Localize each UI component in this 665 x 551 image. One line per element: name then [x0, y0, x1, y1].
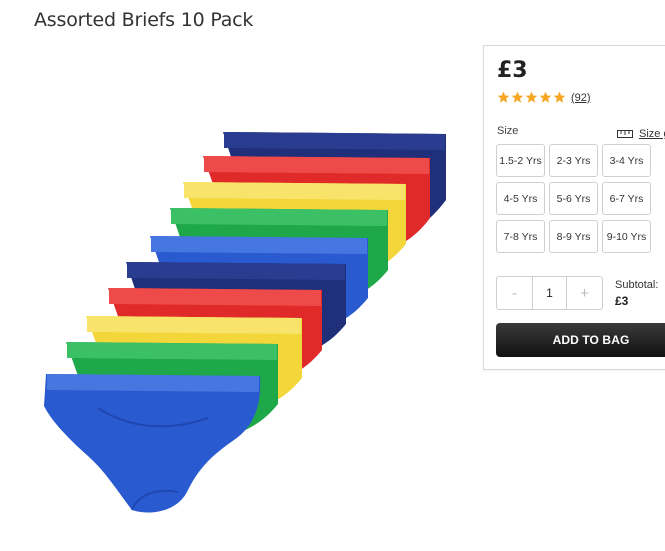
purchase-panel: £3 (92) Size Size guide 1.5-2 Yrs 2-3 Yr…	[483, 45, 665, 370]
rating: (92)	[497, 91, 591, 104]
star-icon	[525, 91, 538, 103]
quantity-decrease-button[interactable]: -	[497, 277, 532, 309]
size-option[interactable]: 9-10 Yrs	[602, 220, 651, 253]
star-icon	[553, 91, 566, 103]
size-label: Size	[497, 125, 519, 137]
star-icon	[539, 91, 552, 103]
size-option[interactable]: 5-6 Yrs	[549, 182, 598, 215]
size-options: 1.5-2 Yrs 2-3 Yrs 3-4 Yrs 4-5 Yrs 5-6 Yr…	[496, 144, 651, 253]
size-option[interactable]: 4-5 Yrs	[496, 182, 545, 215]
size-option[interactable]: 6-7 Yrs	[602, 182, 651, 215]
quantity-stepper: - 1 +	[496, 276, 603, 310]
size-option[interactable]: 8-9 Yrs	[549, 220, 598, 253]
size-guide-label: Size guide	[639, 128, 665, 140]
add-to-bag-button[interactable]: ADD TO BAG	[496, 323, 665, 357]
star-rating	[497, 91, 566, 104]
subtotal-value: £3	[615, 294, 629, 308]
subtotal-label: Subtotal:	[615, 279, 659, 291]
size-guide-link[interactable]: Size guide	[617, 128, 665, 140]
ruler-icon	[617, 130, 633, 138]
star-icon	[497, 91, 510, 103]
price: £3	[497, 58, 528, 83]
quantity-input[interactable]: 1	[532, 277, 567, 309]
star-icon	[511, 91, 524, 103]
size-option[interactable]: 7-8 Yrs	[496, 220, 545, 253]
size-option[interactable]: 1.5-2 Yrs	[496, 144, 545, 177]
briefs-stack	[44, 132, 446, 513]
product-image	[44, 132, 446, 513]
size-option[interactable]: 3-4 Yrs	[602, 144, 651, 177]
review-count-link[interactable]: (92)	[571, 92, 591, 104]
product-title: Assorted Briefs 10 Pack	[34, 9, 254, 31]
size-option[interactable]: 2-3 Yrs	[549, 144, 598, 177]
quantity-increase-button[interactable]: +	[567, 277, 602, 309]
